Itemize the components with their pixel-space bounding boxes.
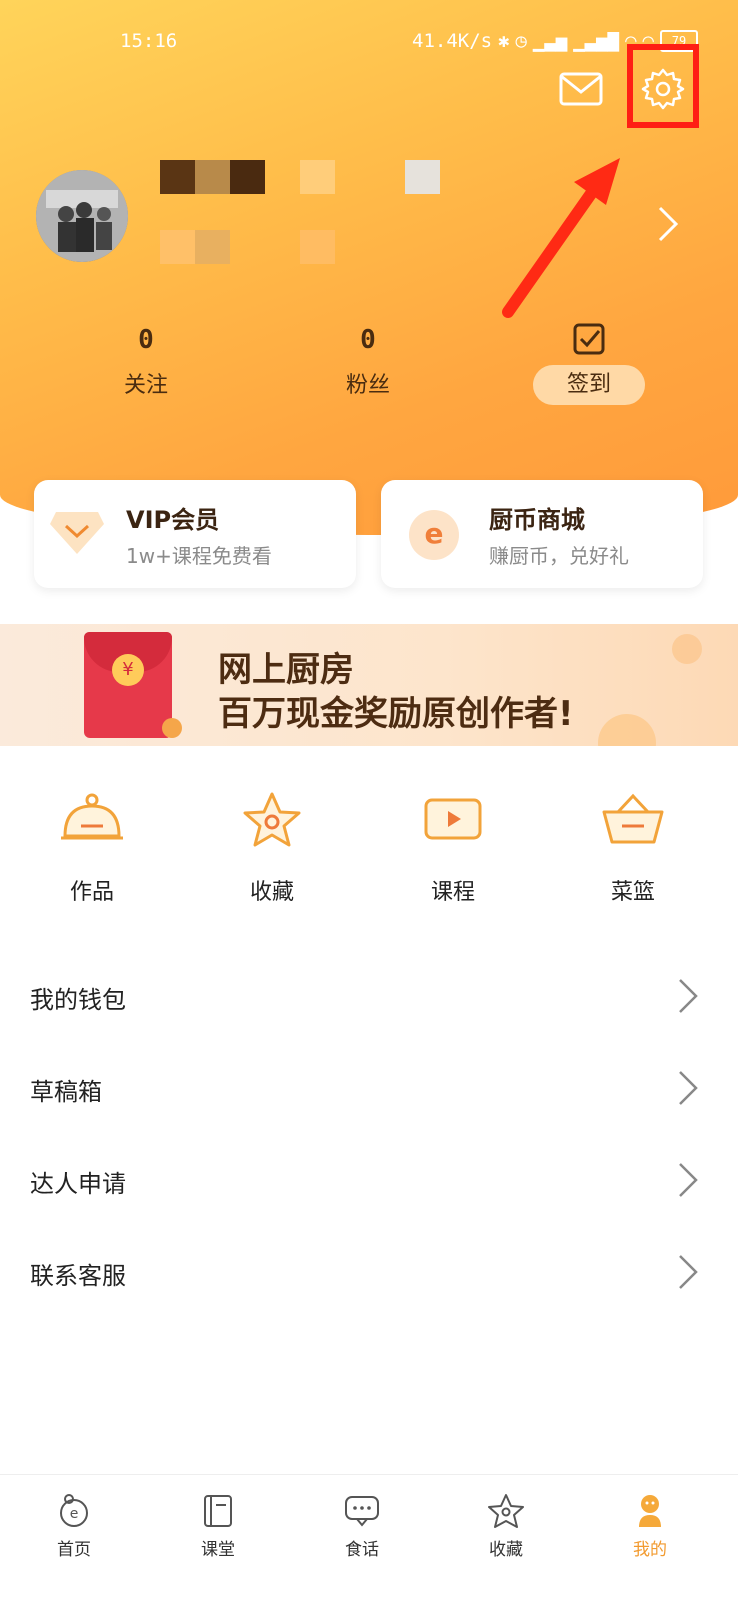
stat-following[interactable]: 0 关注 — [96, 325, 196, 399]
tab-label: 我的 — [633, 1540, 667, 1560]
banner-line2: 百万现金奖励原创作者! — [218, 694, 574, 734]
coin-decor-icon — [598, 714, 656, 746]
book-icon — [204, 1495, 232, 1527]
chevron-right-icon — [676, 1068, 700, 1108]
coin-decor-icon — [162, 718, 182, 738]
quick-action-label: 菜篮 — [610, 880, 655, 905]
menu-item-label: 联系客服 — [30, 1262, 126, 1290]
avatar[interactable] — [36, 170, 128, 262]
coin-decor-icon — [672, 634, 702, 664]
vip-card[interactable]: VIP会员 1w+课程免费看 — [34, 480, 356, 588]
card-subtitle: 赚厨币，兑好礼 — [489, 544, 629, 568]
profile-chevron-icon[interactable] — [656, 204, 680, 248]
menu-item-drafts[interactable]: 草稿箱 — [0, 1044, 738, 1134]
tab-favorites[interactable]: 收藏 — [466, 1493, 546, 1560]
card-subtitle: 1w+课程免费看 — [126, 544, 272, 568]
quick-action-label: 收藏 — [249, 880, 294, 905]
tab-label: 课堂 — [201, 1540, 235, 1560]
menu-item-label: 达人申请 — [30, 1170, 126, 1198]
tab-label: 收藏 — [489, 1540, 523, 1560]
chevron-right-icon — [676, 976, 700, 1016]
basket-icon — [573, 790, 693, 854]
tab-label: 食话 — [345, 1540, 379, 1560]
promo-banner[interactable]: ¥ 网上厨房 百万现金奖励原创作者! — [0, 624, 738, 746]
star-icon — [212, 790, 332, 854]
coin-mall-card[interactable]: e 厨币商城 赚厨币，兑好礼 — [381, 480, 703, 588]
coin-e-icon: e — [409, 510, 459, 560]
chevron-right-icon — [676, 1160, 700, 1200]
svg-text:e: e — [70, 1506, 79, 1522]
menu-item-expert-apply[interactable]: 达人申请 — [0, 1136, 738, 1226]
stat-label: 关注 — [123, 373, 168, 398]
tab-home[interactable]: e 首页 — [34, 1493, 114, 1560]
menu-item-label: 我的钱包 — [30, 986, 126, 1014]
tab-label: 首页 — [57, 1540, 91, 1560]
bottom-tab-bar: e 首页 课堂 食话 收藏 我的 — [0, 1474, 738, 1601]
redacted-name — [160, 160, 450, 264]
card-title: VIP会员 — [126, 506, 220, 534]
menu-item-customer-service[interactable]: 联系客服 — [0, 1228, 738, 1318]
quick-action-favorites[interactable]: 收藏 — [212, 790, 332, 906]
quick-action-works[interactable]: 作品 — [32, 790, 152, 906]
card-title: 厨币商城 — [489, 506, 585, 534]
star-icon — [488, 1494, 524, 1528]
cloche-icon — [32, 790, 152, 854]
stat-fans[interactable]: 0 粉丝 — [318, 325, 418, 399]
tab-mine[interactable]: 我的 — [610, 1493, 690, 1560]
menu-item-wallet[interactable]: 我的钱包 — [0, 952, 738, 1042]
play-icon — [393, 790, 513, 854]
tab-classroom[interactable]: 课堂 — [178, 1493, 258, 1560]
quick-action-basket[interactable]: 菜篮 — [573, 790, 693, 906]
chevron-right-icon — [676, 1252, 700, 1292]
quick-action-label: 作品 — [69, 880, 114, 905]
stat-value: 0 — [360, 325, 376, 355]
stat-label: 粉丝 — [345, 373, 390, 398]
quick-action-label: 课程 — [430, 880, 475, 905]
tab-talk[interactable]: 食话 — [322, 1493, 402, 1560]
home-icon: e — [60, 1494, 88, 1527]
banner-line1: 网上厨房 — [218, 650, 354, 690]
stat-value: 0 — [138, 325, 154, 355]
quick-action-courses[interactable]: 课程 — [393, 790, 513, 906]
diamond-icon — [48, 508, 106, 560]
chat-icon — [345, 1496, 379, 1527]
red-envelope-icon: ¥ — [84, 632, 172, 738]
checkin-icon[interactable] — [572, 322, 606, 360]
signin-button[interactable]: 签到 — [533, 365, 645, 405]
profile-icon — [639, 1495, 661, 1527]
menu-item-label: 草稿箱 — [30, 1078, 102, 1106]
